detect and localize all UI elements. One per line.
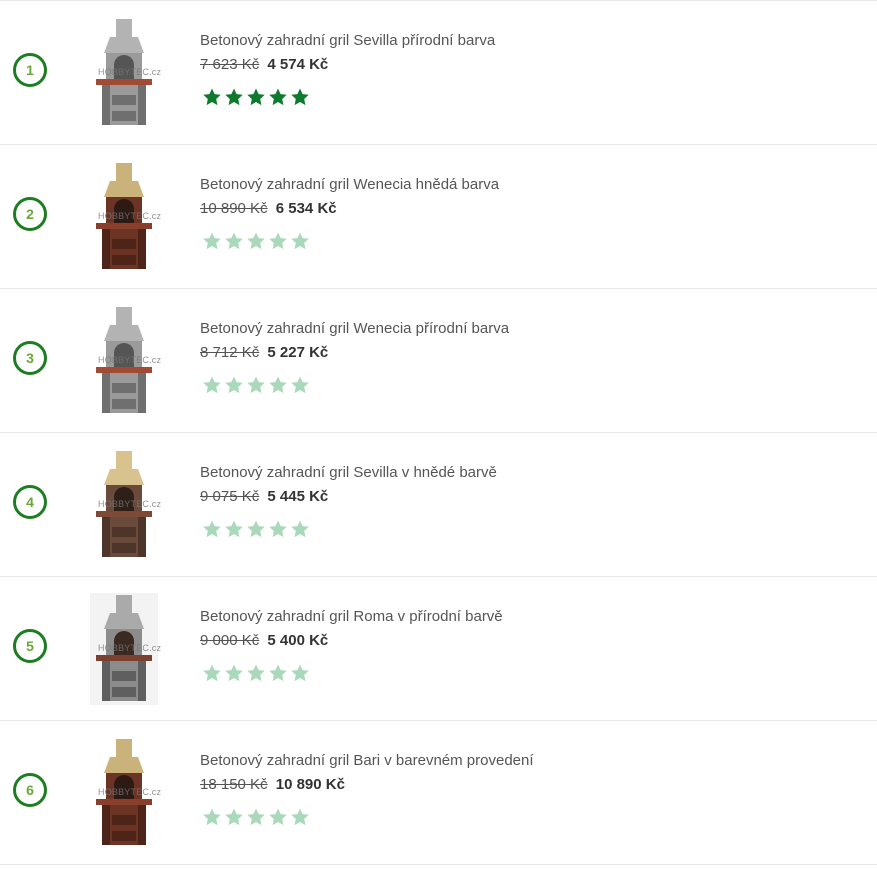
star-empty-icon[interactable]	[268, 375, 288, 395]
product-row[interactable]: 4 HOBBYTEC.cz Betonový zahradní gril Sev…	[0, 433, 877, 577]
product-row[interactable]: 5 HOBBYTEC.cz Betonový zahradní gril Rom…	[0, 577, 877, 721]
product-title-link[interactable]: Betonový zahradní gril Wenecia přírodní …	[200, 320, 509, 337]
watermark-text: HOBBYTEC.cz	[98, 643, 162, 653]
product-image[interactable]: HOBBYTEC.cz	[90, 593, 162, 705]
star-empty-icon[interactable]	[290, 375, 310, 395]
product-row[interactable]: 6 HOBBYTEC.cz Betonový zahradní gril Bar…	[0, 721, 877, 865]
star-empty-icon[interactable]	[290, 663, 310, 683]
rating-stars[interactable]	[202, 87, 310, 107]
price-block: 9 000 Kč 5 400 Kč	[200, 632, 328, 649]
product-list: 1 HOBBYTEC.cz Betonový zahradní gril Sev…	[0, 0, 877, 865]
star-empty-icon[interactable]	[224, 807, 244, 827]
star-empty-icon[interactable]	[246, 663, 266, 683]
rating-stars[interactable]	[202, 663, 310, 683]
new-price: 10 890 Kč	[275, 776, 345, 793]
product-title-link[interactable]: Betonový zahradní gril Roma v přírodní b…	[200, 608, 503, 625]
star-empty-icon[interactable]	[290, 231, 310, 251]
star-filled-icon[interactable]	[224, 87, 244, 107]
star-filled-icon[interactable]	[268, 87, 288, 107]
price-block: 9 075 Kč 5 445 Kč	[200, 488, 328, 505]
product-image[interactable]: HOBBYTEC.cz	[90, 737, 162, 849]
price-block: 7 623 Kč 4 574 Kč	[200, 56, 328, 73]
product-image[interactable]: HOBBYTEC.cz	[90, 449, 162, 561]
rating-stars[interactable]	[202, 519, 310, 539]
price-block: 10 890 Kč 6 534 Kč	[200, 200, 337, 217]
star-empty-icon[interactable]	[224, 375, 244, 395]
star-empty-icon[interactable]	[202, 231, 222, 251]
rank-badge: 4	[13, 485, 47, 519]
star-filled-icon[interactable]	[246, 87, 266, 107]
old-price: 10 890 Kč	[200, 200, 268, 217]
product-image[interactable]: HOBBYTEC.cz	[90, 161, 162, 273]
new-price: 5 400 Kč	[267, 632, 329, 649]
rating-stars[interactable]	[202, 231, 310, 251]
rank-badge: 5	[13, 629, 47, 663]
star-empty-icon[interactable]	[224, 519, 244, 539]
star-empty-icon[interactable]	[246, 231, 266, 251]
watermark-text: HOBBYTEC.cz	[98, 787, 162, 797]
product-title-link[interactable]: Betonový zahradní gril Sevilla přírodní …	[200, 32, 495, 49]
new-price: 5 445 Kč	[267, 488, 329, 505]
product-image[interactable]: HOBBYTEC.cz	[90, 305, 162, 417]
star-filled-icon[interactable]	[290, 87, 310, 107]
rank-badge: 2	[13, 197, 47, 231]
product-row[interactable]: 3 HOBBYTEC.cz Betonový zahradní gril Wen…	[0, 289, 877, 433]
new-price: 6 534 Kč	[275, 200, 337, 217]
star-filled-icon[interactable]	[202, 87, 222, 107]
watermark-text: HOBBYTEC.cz	[98, 67, 162, 77]
product-title-link[interactable]: Betonový zahradní gril Bari v barevném p…	[200, 752, 534, 769]
rank-badge: 6	[13, 773, 47, 807]
price-block: 18 150 Kč 10 890 Kč	[200, 776, 345, 793]
watermark-text: HOBBYTEC.cz	[98, 355, 162, 365]
star-empty-icon[interactable]	[268, 663, 288, 683]
star-empty-icon[interactable]	[290, 807, 310, 827]
new-price: 5 227 Kč	[267, 344, 329, 361]
star-empty-icon[interactable]	[202, 807, 222, 827]
old-price: 7 623 Kč	[200, 56, 260, 73]
new-price: 4 574 Kč	[267, 56, 329, 73]
rank-badge: 3	[13, 341, 47, 375]
star-empty-icon[interactable]	[202, 663, 222, 683]
rank-badge: 1	[13, 53, 47, 87]
product-title-link[interactable]: Betonový zahradní gril Wenecia hnědá bar…	[200, 176, 499, 193]
star-empty-icon[interactable]	[268, 807, 288, 827]
star-empty-icon[interactable]	[224, 663, 244, 683]
star-empty-icon[interactable]	[246, 519, 266, 539]
product-image[interactable]: HOBBYTEC.cz	[90, 17, 162, 129]
star-empty-icon[interactable]	[246, 375, 266, 395]
product-row[interactable]: 1 HOBBYTEC.cz Betonový zahradní gril Sev…	[0, 1, 877, 145]
star-empty-icon[interactable]	[290, 519, 310, 539]
star-empty-icon[interactable]	[224, 231, 244, 251]
star-empty-icon[interactable]	[202, 519, 222, 539]
star-empty-icon[interactable]	[268, 231, 288, 251]
star-empty-icon[interactable]	[246, 807, 266, 827]
old-price: 9 075 Kč	[200, 488, 260, 505]
star-empty-icon[interactable]	[268, 519, 288, 539]
old-price: 18 150 Kč	[200, 776, 268, 793]
old-price: 8 712 Kč	[200, 344, 260, 361]
star-empty-icon[interactable]	[202, 375, 222, 395]
watermark-text: HOBBYTEC.cz	[98, 211, 162, 221]
rating-stars[interactable]	[202, 375, 310, 395]
product-row[interactable]: 2 HOBBYTEC.cz Betonový zahradní gril Wen…	[0, 145, 877, 289]
product-title-link[interactable]: Betonový zahradní gril Sevilla v hnědé b…	[200, 464, 497, 481]
watermark-text: HOBBYTEC.cz	[98, 499, 162, 509]
old-price: 9 000 Kč	[200, 632, 260, 649]
price-block: 8 712 Kč 5 227 Kč	[200, 344, 328, 361]
rating-stars[interactable]	[202, 807, 310, 827]
